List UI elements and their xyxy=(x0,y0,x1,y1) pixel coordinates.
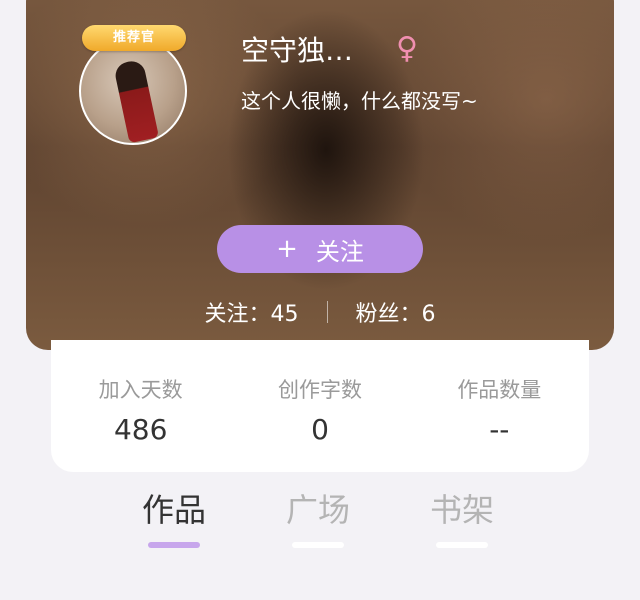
follow-button[interactable]: + 关注 xyxy=(217,225,423,273)
user-bio: 这个人很懒，什么都没写~ xyxy=(241,89,478,113)
stat-label: 创作字数 xyxy=(277,378,362,402)
stat-value: 0 xyxy=(311,413,329,446)
follow-counts: 关注：45 粉丝：6 xyxy=(26,296,614,328)
tab-indicator xyxy=(148,542,200,548)
content-tabs: 作品 广场 书架 xyxy=(102,488,534,548)
stat-join-days: 加入天数 486 xyxy=(51,376,230,472)
female-gender-icon: ♀ xyxy=(396,31,418,66)
profile-header-card: 推荐官 空守独… ♀ 这个人很懒，什么都没写~ + 关注 关注：45 粉丝：6 xyxy=(26,0,614,350)
follow-button-label: 关注 xyxy=(315,237,364,266)
plus-icon: + xyxy=(276,234,298,264)
stat-label: 加入天数 xyxy=(98,378,183,402)
tab-bookshelf[interactable]: 书架 xyxy=(390,488,534,548)
profile-page: 推荐官 空守独… ♀ 这个人很懒，什么都没写~ + 关注 关注：45 粉丝：6 … xyxy=(0,0,640,600)
tab-indicator xyxy=(292,542,344,548)
tab-indicator xyxy=(436,542,488,548)
tab-label: 作品 xyxy=(141,491,206,529)
avatar-photo xyxy=(113,58,159,143)
recommender-badge: 推荐官 xyxy=(82,25,186,51)
fans-count[interactable]: 粉丝：6 xyxy=(356,296,436,328)
count-divider xyxy=(326,301,328,323)
stat-label: 作品数量 xyxy=(457,378,542,402)
tab-works[interactable]: 作品 xyxy=(102,488,246,548)
avatar[interactable] xyxy=(79,37,187,145)
stat-value: 486 xyxy=(113,413,168,446)
stats-card: 加入天数 486 创作字数 0 作品数量 -- xyxy=(51,340,589,472)
tab-label: 书架 xyxy=(429,491,494,529)
stat-value: -- xyxy=(489,413,510,446)
avatar-container[interactable]: 推荐官 xyxy=(79,25,187,145)
username: 空守独… xyxy=(241,34,354,67)
tab-label: 广场 xyxy=(285,491,350,529)
following-count[interactable]: 关注：45 xyxy=(205,296,299,328)
stat-word-count: 创作字数 0 xyxy=(230,376,409,472)
stat-works-count: 作品数量 -- xyxy=(410,376,589,472)
tab-square[interactable]: 广场 xyxy=(246,488,390,548)
